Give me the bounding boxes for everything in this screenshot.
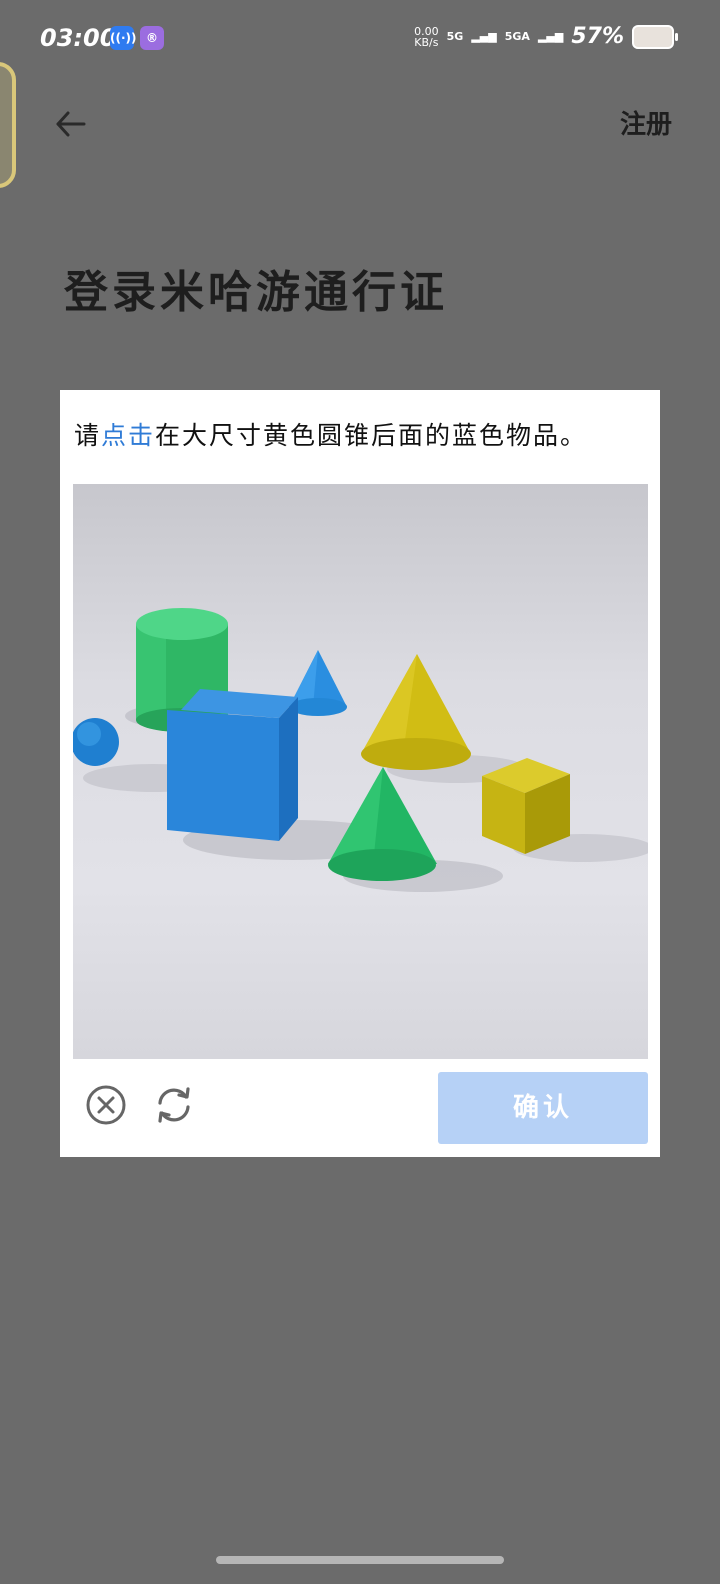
net-speed-unit: KB/s [414,35,439,49]
arrow-left-icon [56,111,86,137]
battery-percent: 57% [571,24,624,49]
broadcast-icon: ((·)) [110,26,137,50]
instruction-highlight: 点击 [101,421,156,450]
page-title: 登录米哈游通行证 [64,267,448,318]
captcha-dialog: 请点击在大尺寸黄色圆锥后面的蓝色物品。 确认 [60,390,660,1157]
battery-icon [632,24,678,49]
refresh-icon [158,1087,190,1123]
captcha-image[interactable] [73,484,648,1059]
blue-cube [167,689,298,841]
home-indicator[interactable] [216,1556,504,1564]
close-circle-icon [86,1085,126,1125]
net-speed-value: 0.00 [414,24,439,38]
instruction-prefix: 请 [74,421,102,450]
large-yellow-cone [361,654,471,770]
status-bar: 03:00 ((·)) ® 0.00 KB/s 5G ▂▄▆ 5GA ▂▄▆ 5… [0,0,720,78]
signal-icon: ▂▄▆ [471,30,497,43]
captcha-close-button[interactable] [84,1083,128,1127]
floating-overlay-handle[interactable] [0,62,16,188]
captcha-instruction: 请点击在大尺寸黄色圆锥后面的蓝色物品。 [74,416,587,452]
status-time: 03:00 [40,24,117,52]
signal-icon-2: ▂▄▆ [537,30,564,43]
net-speed: 0.00 KB/s [414,26,439,48]
signal-5ga: 5GA [504,30,530,43]
app-icon: ® [140,26,164,50]
blue-sphere [73,718,119,766]
back-button[interactable] [52,104,92,144]
status-right: 0.00 KB/s 5G ▂▄▆ 5GA ▂▄▆ 57% [414,24,678,49]
instruction-suffix: 在大尺寸黄色圆锥后面的蓝色物品。 [155,421,588,450]
signal-5g: 5G [446,30,464,43]
yellow-cube [482,758,570,854]
captcha-refresh-button[interactable] [152,1083,196,1127]
captcha-confirm-button[interactable]: 确认 [438,1072,648,1144]
register-link[interactable]: 注册 [620,104,672,141]
